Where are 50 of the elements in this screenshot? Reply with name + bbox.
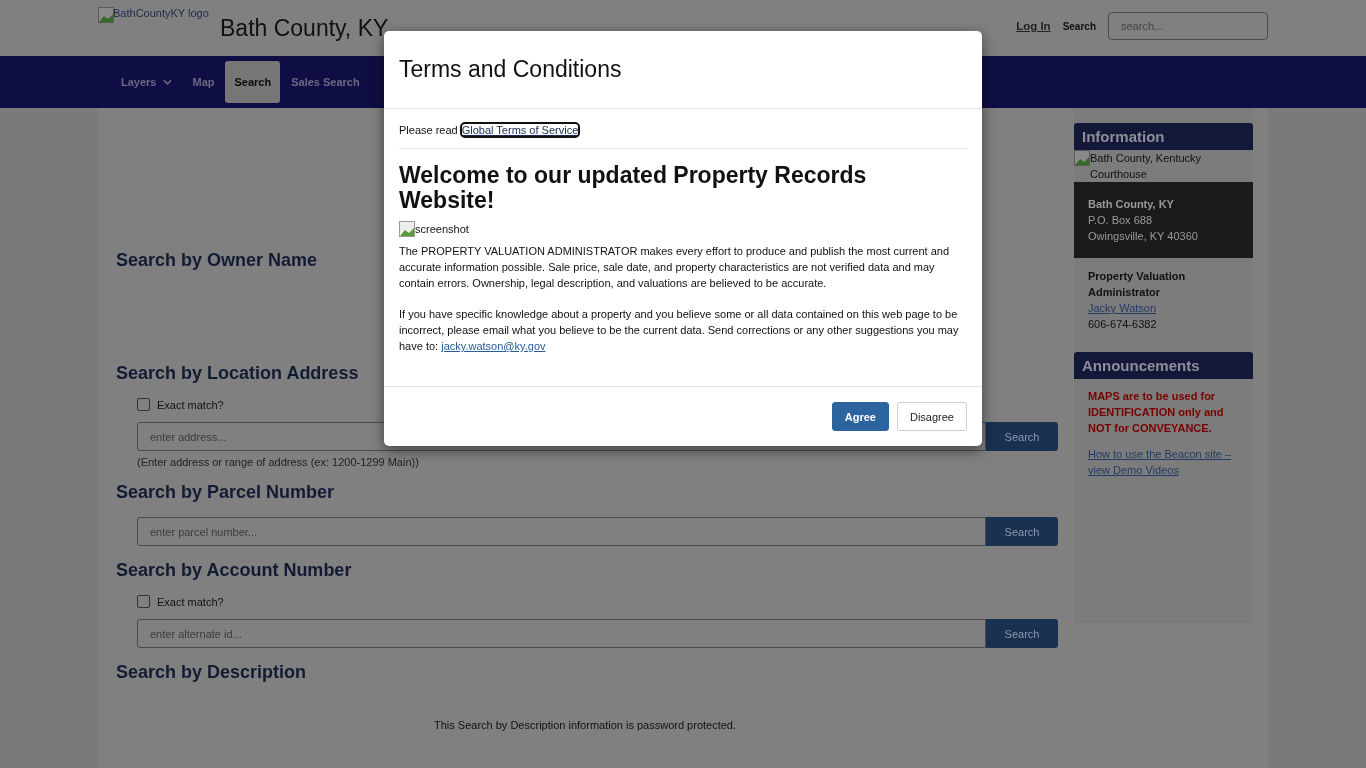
address-name: Bath County, KY	[1088, 197, 1175, 212]
section-heading: Search by Parcel Number	[116, 482, 335, 503]
panel-heading: Information	[1074, 123, 1253, 150]
contact-link[interactable]: Jacky Watson	[1088, 302, 1157, 314]
nav-tab[interactable]: Map	[183, 61, 224, 103]
section-heading: Search by Account Number	[116, 560, 352, 581]
search-input[interactable]: enter parcel number...	[137, 517, 986, 546]
dialog-button[interactable]: Agree	[831, 402, 889, 431]
caret-icon	[163, 79, 173, 85]
login-link[interactable]: Log In	[1016, 20, 1051, 32]
broken-image-icon	[399, 221, 415, 237]
nav-tab[interactable]: Search	[225, 61, 281, 103]
read-text: Please read	[399, 124, 458, 136]
search-button[interactable]: Search	[986, 517, 1058, 546]
terms-link[interactable]: Global Terms of Service	[461, 124, 579, 136]
email-link[interactable]: jacky.watson@ky.gov	[441, 340, 546, 352]
note-text: This Search by Description information is password protected.	[434, 719, 737, 731]
disclaimer-paragraph: The PROPERTY VALUATION ADMINISTRATOR makes every effort to produce and publish the most current and accurate information possible. Sale price, sale date, and property characteristics are not verified data and may contain errors. Ownership, legal description, and valuations are believed to be accurate.	[399, 244, 951, 291]
search-button[interactable]: Search	[986, 619, 1058, 648]
checkbox-label: Exact match?	[157, 595, 224, 608]
site-title: Bath County, KY	[220, 15, 389, 42]
section-heading: Search by Owner Name	[116, 250, 318, 271]
nav-tab[interactable]: Sales Search	[282, 61, 369, 103]
address-line: Owingsville, KY 40360	[1088, 229, 1199, 244]
welcome-heading: Welcome to our updated Property Records Website!	[399, 163, 868, 213]
search-field[interactable]: search...	[1108, 12, 1268, 40]
dialog-title: Terms and Conditions	[399, 56, 622, 83]
demo-videos-link[interactable]: How to use the Beacon site – view Demo Videos	[1088, 446, 1239, 478]
checkbox[interactable]	[137, 595, 150, 608]
image-alt-text: Bath County, Kentucky Courthouse	[1090, 151, 1203, 182]
section-heading: Search by Description	[116, 662, 307, 683]
panel-heading: Announcements	[1074, 352, 1253, 379]
checkbox[interactable]	[137, 398, 150, 411]
hint-text: (Enter address or range of address (ex: 1200-1299 Main))	[137, 456, 420, 468]
broken-image-icon	[1074, 150, 1090, 166]
contact-paragraph: If you have specific knowledge about a property and you believe some or all data contained on this web page to be incorrect, please email what you believe to be the current data. Send corrections or any other suggestions you may have to: jacky.watson@ky.gov	[399, 307, 960, 354]
section-heading: Search by Location Address	[116, 363, 359, 384]
address-line: P.O. Box 688	[1088, 213, 1153, 228]
logo-alt-text: BathCountyKY logo	[113, 7, 209, 19]
dialog-button[interactable]: Disagree	[896, 402, 967, 431]
nav-tab[interactable]: Layers	[112, 61, 182, 103]
search-button[interactable]: Search	[986, 422, 1058, 451]
phone-text: 606-674-6382	[1088, 317, 1158, 332]
search-label: Search	[1062, 20, 1096, 32]
image-alt-text: screenshot	[415, 223, 469, 235]
search-input[interactable]: enter alternate id...	[137, 619, 986, 648]
warning-text: MAPS are to be used for IDENTIFICATION only and NOT for CONVEYANCE.	[1088, 389, 1225, 436]
broken-image-icon	[98, 7, 114, 23]
role-text: Property Valuation Administrator	[1088, 269, 1187, 300]
checkbox-label: Exact match?	[157, 398, 224, 411]
